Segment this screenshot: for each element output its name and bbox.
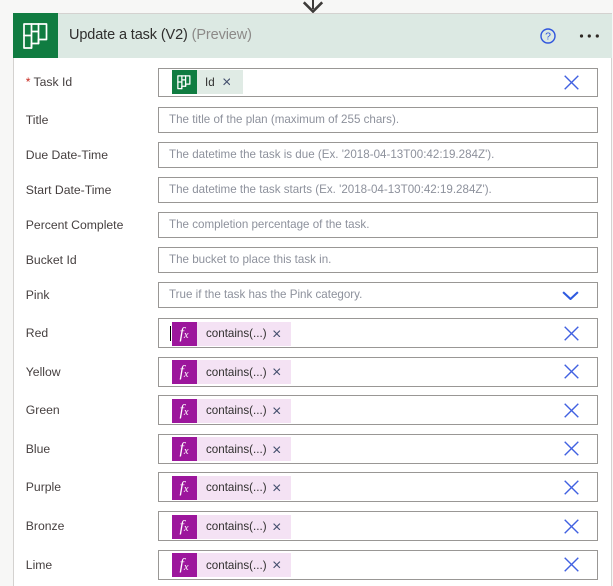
- svg-text:?: ?: [545, 31, 551, 43]
